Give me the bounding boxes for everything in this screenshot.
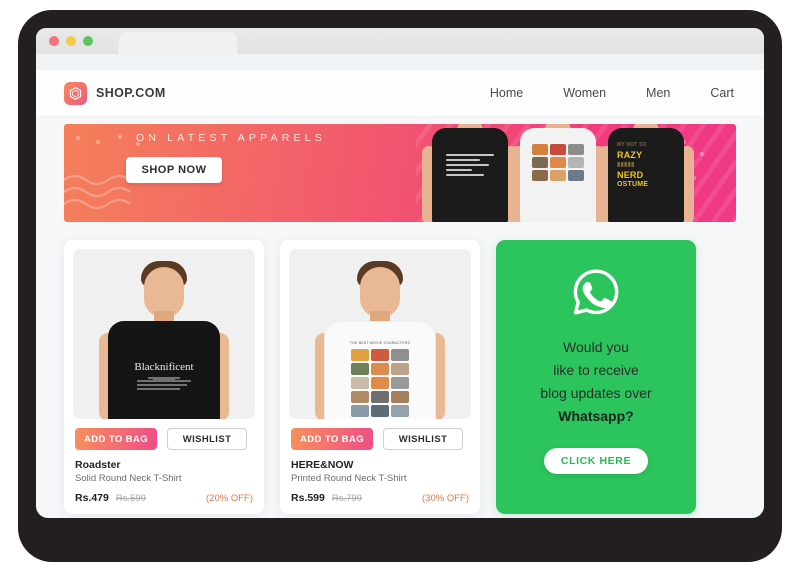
add-to-bag-button[interactable]: ADD TO BAG	[291, 428, 373, 450]
product-card[interactable]: Blacknificent ADD TO BAG WISHLIST Roadst…	[64, 240, 264, 514]
tshirt-print-nerd-costume: MY NOT SO RAZY ▮▮▮▮▮ NERD OSTUME	[617, 140, 675, 190]
product-brand: Roadster	[75, 459, 121, 471]
browser-titlebar	[36, 28, 764, 54]
hero-tagline: ON LATEST APPARELS	[136, 132, 326, 144]
minimize-window-button[interactable]	[66, 36, 76, 46]
browser-window: SHOP.COM Home Women Men Cart MY NOT SO R…	[36, 28, 764, 518]
whatsapp-line-4: Whatsapp?	[558, 408, 634, 424]
price-original: Rs.799	[331, 493, 362, 504]
maximize-window-button[interactable]	[83, 36, 93, 46]
model-tshirt-black	[432, 128, 508, 222]
product-card[interactable]: THE BEST MOVIE CHARACTERS ADD TO BAG WIS…	[280, 240, 480, 514]
nerd-line-1: MY NOT SO	[617, 142, 647, 148]
discount-badge: (20% OFF)	[206, 493, 253, 504]
product-actions: ADD TO BAG WISHLIST	[73, 419, 255, 450]
hexagon-logo-icon	[64, 81, 87, 105]
browser-toolbar	[36, 54, 764, 70]
model-tshirt-white	[520, 128, 596, 222]
shop-now-button[interactable]: SHOP NOW	[126, 157, 222, 183]
brand-logo-group[interactable]: SHOP.COM	[64, 81, 166, 105]
wishlist-button[interactable]: WISHLIST	[383, 428, 463, 450]
nav-link-women[interactable]: Women	[563, 86, 606, 100]
window-controls	[49, 36, 93, 46]
brand-name: SHOP.COM	[96, 86, 166, 100]
nerd-line-3: NERD	[617, 170, 644, 180]
hero-models-image: MY NOT SO RAZY ▮▮▮▮▮ NERD OSTUME	[422, 124, 694, 222]
model-head	[360, 267, 400, 317]
add-to-bag-button[interactable]: ADD TO BAG	[75, 428, 157, 450]
product-image: Blacknificent	[73, 249, 255, 419]
nav-link-men[interactable]: Men	[646, 86, 670, 100]
tshirt-print-title: Blacknificent	[134, 361, 194, 373]
product-description: Printed Round Neck T-Shirt	[291, 473, 407, 484]
model-head	[144, 267, 184, 317]
tshirt-print-definition	[446, 154, 494, 179]
price-row: Rs.479 Rs.599 (20% OFF)	[73, 484, 255, 514]
content-row: Blacknificent ADD TO BAG WISHLIST Roadst…	[36, 222, 764, 514]
hero-model-3: MY NOT SO RAZY ▮▮▮▮▮ NERD OSTUME	[598, 124, 694, 222]
hero-model-1	[422, 124, 518, 222]
whatsapp-message: Would you like to receive blog updates o…	[540, 336, 651, 428]
whatsapp-subscribe-panel: Would you like to receive blog updates o…	[496, 240, 696, 514]
product-description: Solid Round Neck T-Shirt	[75, 473, 182, 484]
price-current: Rs.479	[75, 492, 109, 504]
whatsapp-line-1: Would you	[563, 339, 629, 355]
nerd-line-2: RAZY	[617, 150, 643, 160]
product-brand: HERE&NOW	[291, 459, 354, 471]
whatsapp-line-3: blog updates over	[540, 385, 652, 401]
nav-link-home[interactable]: Home	[490, 86, 523, 100]
whatsapp-icon	[570, 266, 622, 318]
close-window-button[interactable]	[49, 36, 59, 46]
browser-tab[interactable]	[118, 31, 238, 54]
price-original: Rs.599	[115, 493, 146, 504]
model-tshirt-black: MY NOT SO RAZY ▮▮▮▮▮ NERD OSTUME	[608, 128, 684, 222]
price-row: Rs.599 Rs.799 (30% OFF)	[289, 484, 471, 514]
nerd-line-4: OSTUME	[617, 181, 649, 188]
product-actions: ADD TO BAG WISHLIST	[289, 419, 471, 450]
product-image: THE BEST MOVIE CHARACTERS	[289, 249, 471, 419]
tshirt-print-title: THE BEST MOVIE CHARACTERS	[349, 341, 411, 345]
site-header: SHOP.COM Home Women Men Cart	[36, 70, 764, 116]
wishlist-button[interactable]: WISHLIST	[167, 428, 247, 450]
hero-banner: MY NOT SO RAZY ▮▮▮▮▮ NERD OSTUME ON LATE…	[64, 124, 736, 222]
discount-badge: (30% OFF)	[422, 493, 469, 504]
tshirt-print-character-grid	[532, 144, 584, 181]
price-current: Rs.599	[291, 492, 325, 504]
hero-model-2	[510, 124, 606, 222]
whatsapp-line-2: like to receive	[553, 362, 639, 378]
main-nav: Home Women Men Cart	[490, 86, 734, 100]
tshirt-print-character-grid	[351, 349, 409, 417]
tshirt-print-lines	[137, 377, 191, 392]
nav-link-cart[interactable]: Cart	[710, 86, 734, 100]
click-here-button[interactable]: CLICK HERE	[544, 448, 648, 474]
